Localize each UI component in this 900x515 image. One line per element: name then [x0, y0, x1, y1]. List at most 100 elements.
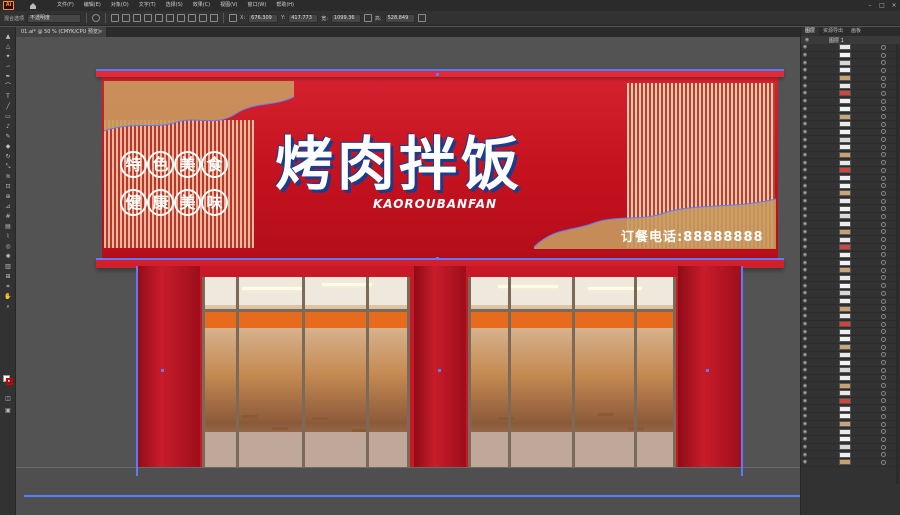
target-icon[interactable] [881, 114, 886, 120]
visibility-icon[interactable]: ◉ [801, 413, 809, 419]
visibility-icon[interactable]: ◉ [801, 67, 809, 73]
layer-row[interactable]: ◉ [801, 75, 900, 83]
maximize-button[interactable]: □ [876, 1, 888, 10]
visibility-icon[interactable]: ◉ [801, 329, 809, 335]
visibility-icon[interactable]: ◉ [801, 452, 809, 458]
target-icon[interactable] [881, 98, 886, 104]
layer-row[interactable]: ◉ [801, 336, 900, 344]
gold-wave-left[interactable] [104, 81, 294, 133]
target-icon[interactable] [881, 367, 886, 373]
layer-row[interactable]: ◉ [801, 221, 900, 229]
curvature-icon[interactable]: ⌒ [4, 83, 12, 91]
screen-mode-icon[interactable]: ▣ [4, 407, 12, 415]
target-icon[interactable] [881, 275, 886, 281]
layer-row[interactable]: ◉ [801, 405, 900, 413]
layer-row[interactable]: ◉ [801, 251, 900, 260]
layer-row[interactable]: ◉ [801, 59, 900, 68]
target-icon[interactable] [881, 313, 886, 319]
left-window[interactable] [202, 277, 410, 472]
visibility-icon[interactable]: ◉ [801, 83, 809, 89]
visibility-icon[interactable]: ◉ [801, 275, 809, 281]
document-tab[interactable]: 01.ai* @ 50 % (CMYK/CPU 预览) × [16, 27, 106, 37]
layer-row[interactable]: ◉ [801, 328, 900, 337]
layer-row[interactable]: ◉ [801, 359, 900, 367]
perspective-icon[interactable]: ⊿ [4, 203, 12, 211]
layer-row[interactable]: ◉ [801, 459, 900, 467]
target-icon[interactable] [881, 175, 886, 181]
layer-row[interactable]: ◉ [801, 182, 900, 191]
visibility-icon[interactable]: ◉ [801, 244, 809, 250]
distribute-h-icon[interactable] [188, 14, 197, 22]
target-icon[interactable] [881, 375, 886, 381]
target-icon[interactable] [881, 283, 886, 289]
layer-row[interactable]: ◉ [801, 351, 900, 360]
line-tool-icon[interactable]: ╱ [4, 103, 12, 111]
tab-asset-export[interactable]: 资源导出 [819, 27, 847, 36]
layer-row[interactable]: ◉ [801, 444, 900, 452]
layer-row[interactable]: ◉ [801, 144, 900, 152]
layer-row[interactable]: ◉ [801, 298, 900, 306]
left-slat-panel[interactable] [104, 120, 254, 248]
tag-char[interactable]: 特 [120, 151, 147, 178]
menu-object[interactable]: 对象(O) [106, 0, 134, 11]
layer-row[interactable]: ◉ [801, 436, 900, 444]
target-icon[interactable] [881, 444, 886, 450]
visibility-icon[interactable]: ◉ [801, 459, 809, 465]
target-icon[interactable] [881, 252, 886, 258]
target-icon[interactable] [881, 167, 886, 173]
visibility-icon[interactable]: ◉ [801, 336, 809, 342]
target-icon[interactable] [881, 336, 886, 342]
target-icon[interactable] [881, 360, 886, 366]
target-icon[interactable] [881, 213, 886, 219]
target-icon[interactable] [881, 459, 886, 465]
opacity-select[interactable]: 不透明度 [27, 13, 82, 23]
tag-char[interactable]: 美 [174, 151, 201, 178]
order-phone[interactable]: 订餐电话:88888888 [621, 226, 764, 245]
layer-row[interactable]: ◉ [801, 198, 900, 206]
direct-selection-icon[interactable]: △ [4, 43, 12, 51]
layer-row[interactable]: ◉ [801, 413, 900, 421]
transform-icon[interactable] [210, 14, 219, 22]
target-icon[interactable] [881, 406, 886, 412]
menu-effect[interactable]: 效果(C) [188, 0, 215, 11]
align-center-icon[interactable] [122, 14, 131, 22]
target-icon[interactable] [881, 121, 886, 127]
layer-top-row[interactable]: ◉ 图层 1 [801, 36, 900, 44]
rotate-icon[interactable]: ↻ [4, 153, 12, 161]
menu-select[interactable]: 选择(S) [161, 0, 188, 11]
layer-row[interactable]: ◉ [801, 282, 900, 290]
target-icon[interactable] [881, 244, 886, 250]
visibility-icon[interactable]: ◉ [801, 390, 809, 396]
visibility-icon[interactable]: ◉ [801, 360, 809, 366]
free-transform-icon[interactable]: ⊡ [4, 183, 12, 191]
layer-row[interactable]: ◉ [801, 305, 900, 314]
target-icon[interactable] [881, 452, 886, 458]
lasso-icon[interactable]: ∽ [4, 63, 12, 71]
target-icon[interactable] [881, 52, 886, 58]
target-icon[interactable] [881, 129, 886, 135]
visibility-icon[interactable]: ◉ [801, 352, 809, 358]
layer-row[interactable]: ◉ [801, 167, 900, 175]
visibility-icon[interactable]: ◉ [801, 98, 809, 104]
visibility-icon[interactable]: ◉ [801, 298, 809, 304]
rectangle-tool-icon[interactable]: ▭ [4, 113, 12, 121]
eyedropper-icon[interactable]: ⌇ [4, 233, 12, 241]
target-icon[interactable] [881, 60, 886, 66]
shop-subtitle[interactable]: KAOROUBANFAN [373, 197, 497, 211]
visibility-icon[interactable]: ◉ [801, 60, 809, 66]
target-icon[interactable] [881, 413, 886, 419]
target-icon[interactable] [881, 183, 886, 189]
layer-row[interactable]: ◉ [801, 205, 900, 214]
layer-row[interactable]: ◉ [801, 121, 900, 129]
target-icon[interactable] [881, 229, 886, 235]
visibility-icon[interactable]: ◉ [801, 137, 809, 143]
right-pillar[interactable] [678, 266, 742, 476]
tab-layers[interactable]: 图层 [801, 27, 820, 36]
shape-builder-icon[interactable]: ⊕ [4, 193, 12, 201]
menu-file[interactable]: 文件(F) [52, 0, 79, 11]
target-icon[interactable] [881, 198, 886, 204]
layer-row[interactable]: ◉ [801, 44, 900, 52]
layer-row[interactable]: ◉ [801, 82, 900, 91]
layer-row[interactable]: ◉ [801, 267, 900, 275]
target-icon[interactable] [881, 421, 886, 427]
